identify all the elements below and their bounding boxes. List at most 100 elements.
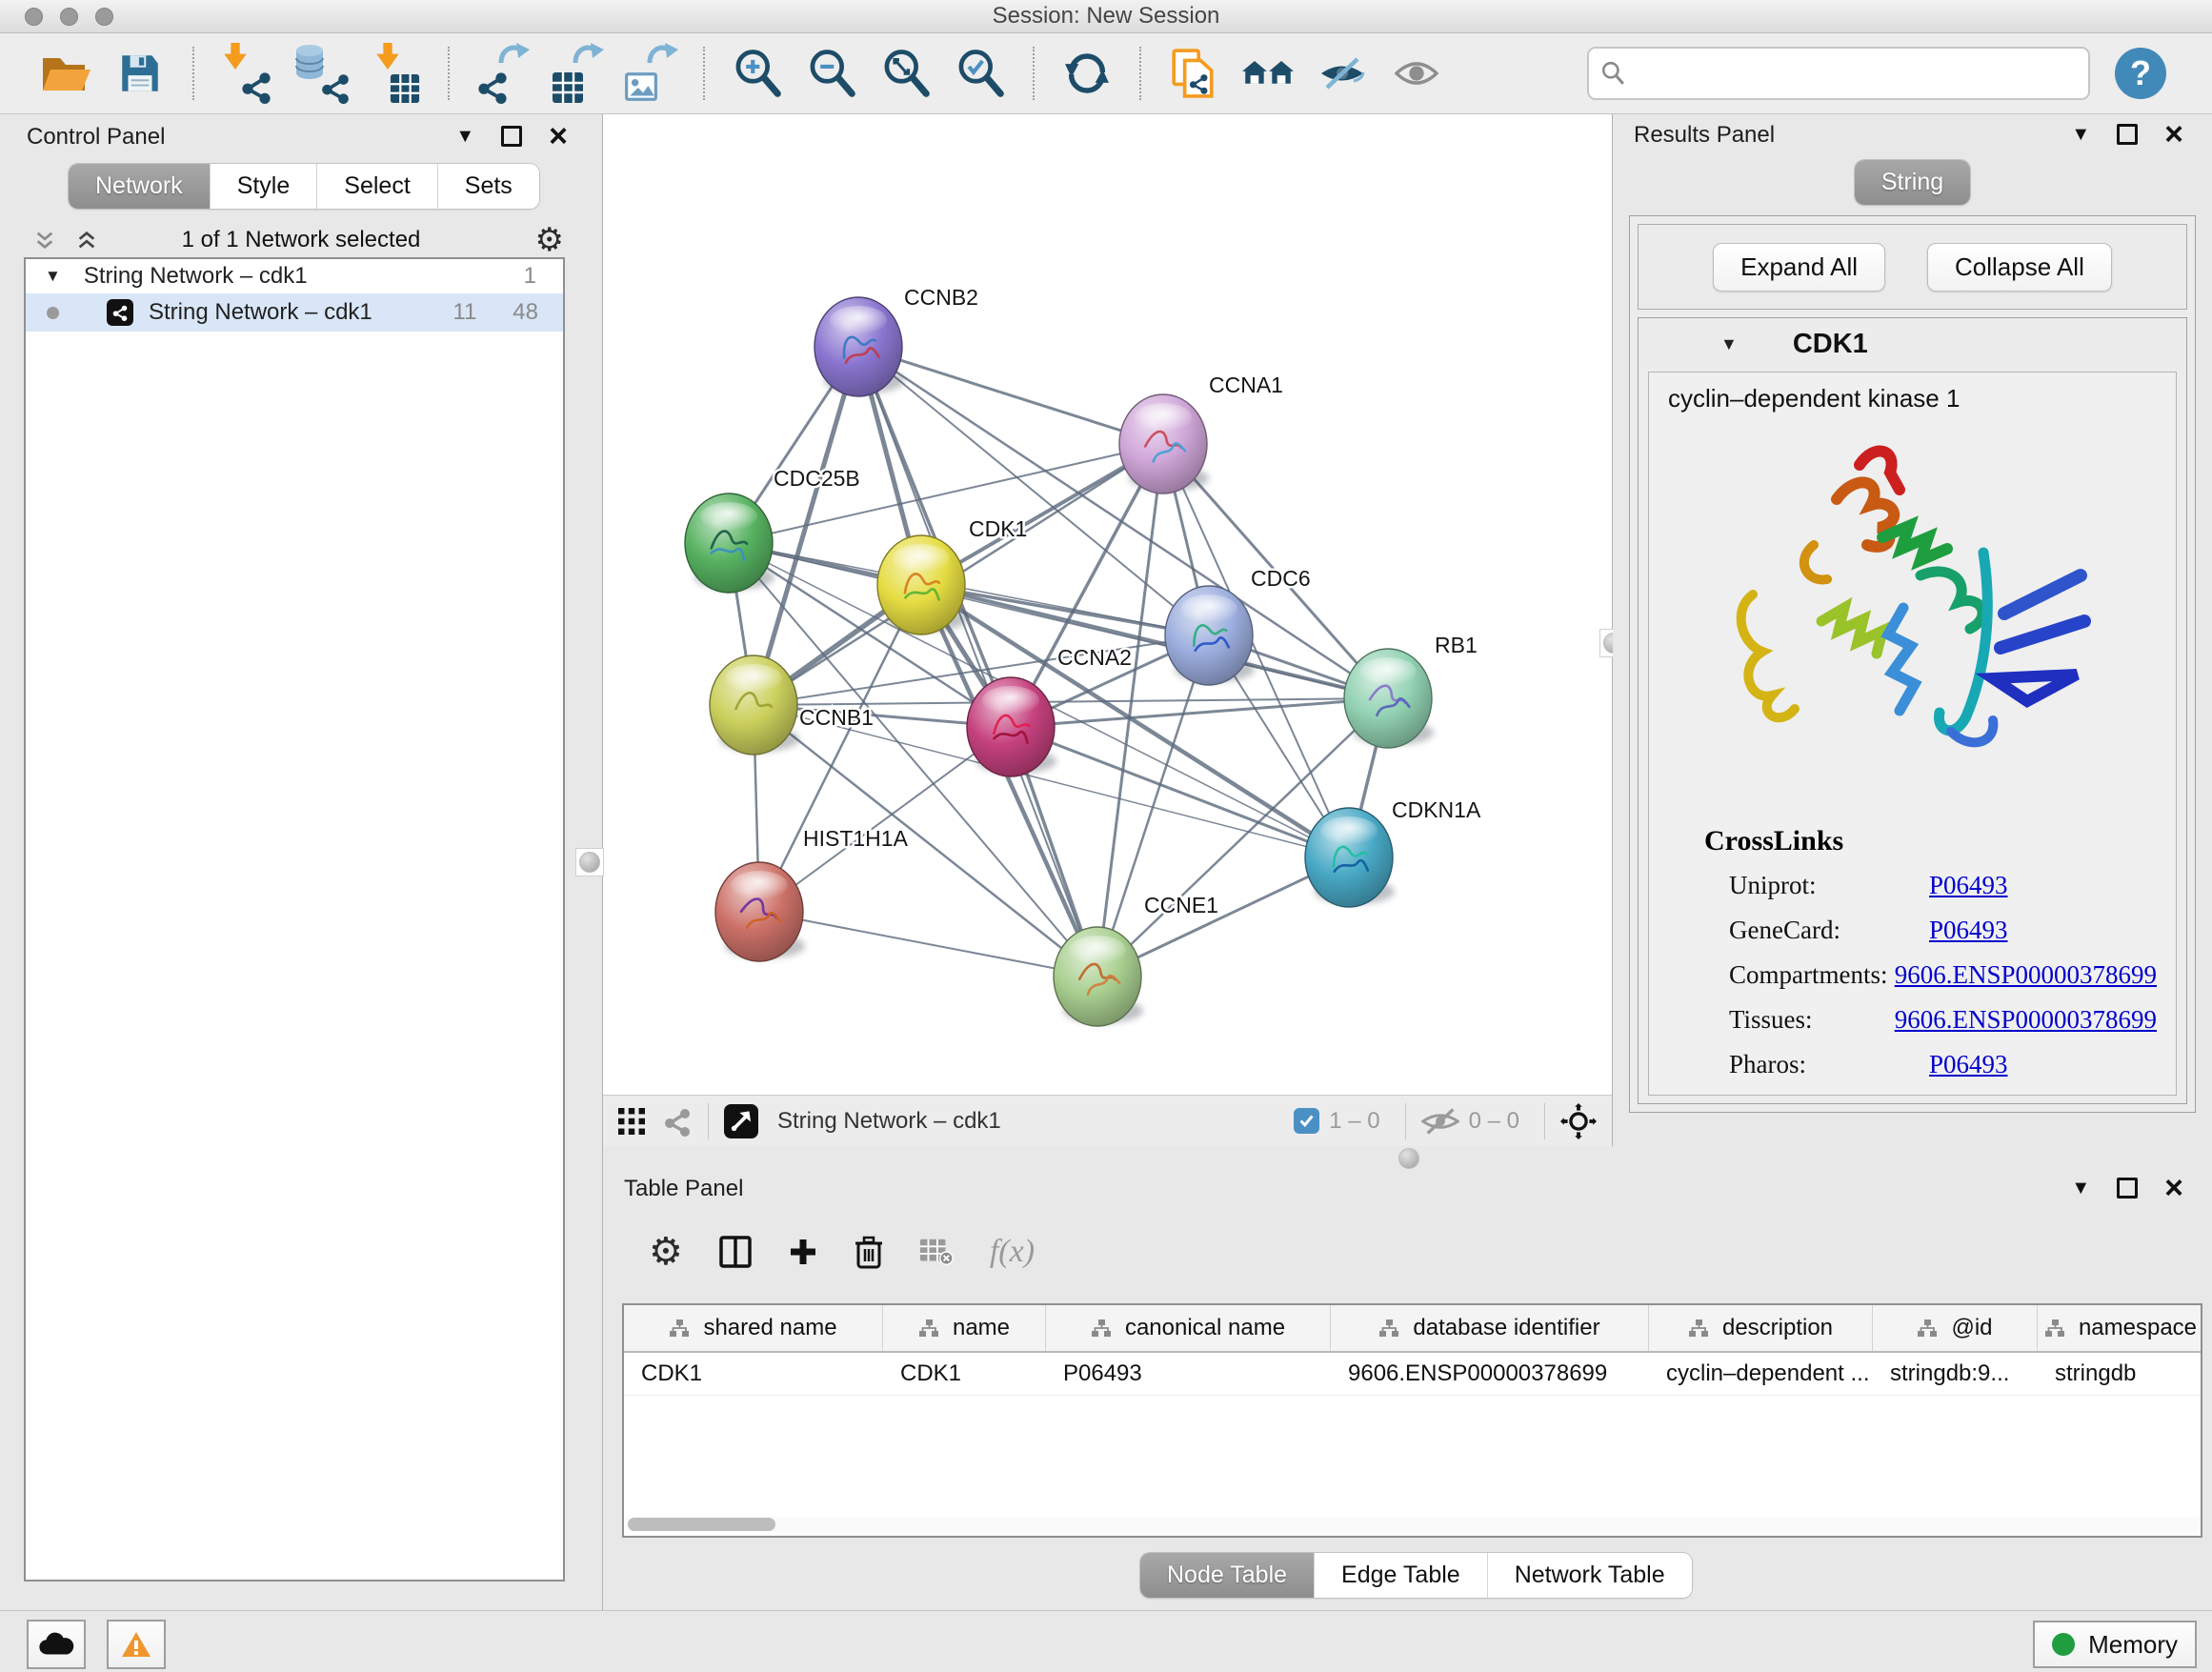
tab-node-table[interactable]: Node Table [1140, 1553, 1315, 1598]
table-cell[interactable]: P06493 [1046, 1353, 1331, 1395]
network-collection-row[interactable]: ▼ String Network – cdk1 1 [26, 259, 563, 293]
network-node-ccnb2[interactable] [814, 297, 904, 396]
duplicate-network-icon[interactable] [1163, 43, 1224, 104]
save-floppy-icon[interactable] [110, 43, 171, 104]
scrollbar-thumb[interactable] [628, 1518, 775, 1531]
birdseye-icon[interactable] [724, 1104, 758, 1138]
column-header-namespace[interactable]: namespace [2038, 1305, 2202, 1351]
network-node-ccne1[interactable] [1054, 927, 1143, 1026]
memory-button[interactable]: Memory [2033, 1621, 2197, 1668]
gear-icon[interactable]: ⚙ [535, 224, 564, 256]
network-node-rb1[interactable] [1344, 649, 1434, 748]
column-header-canonical-name[interactable]: canonical name [1046, 1305, 1331, 1351]
panel-float-icon[interactable] [2117, 124, 2138, 145]
network-edge[interactable] [729, 444, 1163, 543]
open-folder-icon[interactable] [35, 43, 96, 104]
network-edge[interactable] [921, 585, 1097, 977]
left-splitter-handle[interactable] [575, 848, 604, 876]
export-table-icon[interactable] [546, 43, 607, 104]
table-hscrollbar[interactable] [626, 1517, 2199, 1532]
import-network-icon[interactable] [216, 43, 277, 104]
help-icon[interactable]: ? [2115, 48, 2166, 99]
panel-float-icon[interactable] [2117, 1178, 2138, 1199]
crosshair-icon[interactable] [1560, 1103, 1597, 1139]
network-edge[interactable] [1097, 635, 1209, 977]
network-node-cdk1[interactable] [877, 535, 967, 635]
network-node-hist1h1a[interactable] [715, 862, 805, 961]
tab-select[interactable]: Select [317, 164, 437, 209]
expand-all-button[interactable]: Expand All [1713, 243, 1885, 292]
selected-checkbox-icon[interactable] [1294, 1108, 1319, 1134]
panel-close-icon[interactable]: × [2164, 125, 2183, 144]
network-node-ccnb1[interactable] [710, 655, 799, 755]
network-edge[interactable] [759, 727, 1011, 912]
crosslink-value-link[interactable]: P06493 [1929, 1042, 2008, 1087]
table-cell[interactable]: cyclin–dependent ... [1649, 1353, 1873, 1395]
tab-network[interactable]: Network [69, 164, 211, 209]
import-table-icon[interactable] [365, 43, 426, 104]
import-database-icon[interactable] [291, 43, 352, 104]
panel-close-icon[interactable]: × [2164, 1178, 2183, 1198]
delete-column-icon[interactable] [855, 1235, 883, 1269]
search-input[interactable] [1635, 59, 2077, 88]
share-view-icon[interactable] [662, 1106, 693, 1137]
tab-sets[interactable]: Sets [438, 164, 539, 209]
crosslink-value-link[interactable]: P06493 [1929, 863, 2008, 908]
tab-string[interactable]: String [1855, 160, 1970, 205]
table-cell[interactable]: 9606.ENSP00000378699 [1331, 1353, 1649, 1395]
network-node-ccna1[interactable] [1119, 394, 1209, 494]
panel-menu-icon[interactable]: ▼ [2071, 1178, 2090, 1198]
search-field[interactable] [1587, 47, 2090, 100]
collapse-triangle-icon[interactable]: ▼ [45, 267, 61, 286]
panel-menu-icon[interactable]: ▼ [455, 127, 474, 146]
grid-view-icon[interactable] [618, 1108, 645, 1135]
crosslink-value-link[interactable]: 9606.ENSP00000378699 [1895, 997, 2157, 1042]
panel-menu-icon[interactable]: ▼ [2071, 125, 2090, 144]
table-row[interactable]: CDK1CDK1P064939606.ENSP00000378699cyclin… [624, 1353, 2201, 1396]
table-cell[interactable]: CDK1 [624, 1353, 883, 1395]
tab-edge-table[interactable]: Edge Table [1315, 1553, 1488, 1598]
refresh-icon[interactable] [1056, 43, 1117, 104]
column-header--id[interactable]: @id [1873, 1305, 2038, 1351]
warning-button[interactable] [107, 1620, 166, 1669]
zoom-fit-icon[interactable] [875, 43, 936, 104]
network-canvas[interactable]: CCNB2CCNA1CDC25BCDK1CDC6RB1CCNB1CCNA2CDK… [603, 114, 1611, 1094]
network-node-cdkn1a[interactable] [1305, 808, 1395, 907]
zoom-selected-icon[interactable] [950, 43, 1011, 104]
panel-close-icon[interactable]: × [549, 127, 568, 146]
column-header-name[interactable]: name [883, 1305, 1046, 1351]
splitter-handle[interactable] [1398, 1148, 1419, 1169]
add-column-icon[interactable] [788, 1237, 818, 1267]
export-network-icon[interactable] [472, 43, 533, 104]
network-node-cdc25b[interactable] [685, 494, 774, 593]
network-edge[interactable] [858, 347, 1163, 444]
tab-style[interactable]: Style [211, 164, 318, 209]
table-gear-icon[interactable]: ⚙ [649, 1233, 683, 1271]
panel-float-icon[interactable] [501, 126, 522, 147]
cdk1-section-header[interactable]: ▼ CDK1 [1639, 318, 2186, 370]
network-row-selected[interactable]: String Network – cdk1 11 48 [26, 293, 563, 332]
column-header-description[interactable]: description [1649, 1305, 1873, 1351]
collapse-all-button[interactable]: Collapse All [1927, 243, 2112, 292]
cloud-button[interactable] [27, 1620, 86, 1669]
column-header-database-identifier[interactable]: database identifier [1331, 1305, 1649, 1351]
eye-slash-icon[interactable] [1312, 43, 1373, 104]
zoom-out-icon[interactable] [801, 43, 862, 104]
tab-network-table[interactable]: Network Table [1488, 1553, 1692, 1598]
houses-icon[interactable] [1237, 43, 1298, 104]
column-header-shared-name[interactable]: shared name [624, 1305, 883, 1351]
collapse-triangle-icon[interactable]: ▼ [1720, 334, 1738, 354]
network-node-ccna2[interactable] [967, 677, 1056, 776]
export-image-icon[interactable] [620, 43, 681, 104]
crosslink-value-link[interactable]: 9606.ENSP00000378699 [1895, 953, 2157, 997]
network-edge[interactable] [759, 912, 1097, 977]
table-cell[interactable]: stringdb [2038, 1353, 2202, 1395]
table-cell[interactable]: stringdb:9... [1873, 1353, 2038, 1395]
show-columns-icon[interactable] [719, 1236, 752, 1268]
zoom-in-icon[interactable] [727, 43, 788, 104]
table-cell[interactable]: CDK1 [883, 1353, 1046, 1395]
eye-icon[interactable] [1386, 43, 1447, 104]
crosslink-value-link[interactable]: P06493 [1929, 908, 2008, 953]
horizontal-splitter[interactable] [603, 1146, 2212, 1170]
crosslink-row: Pharos:P06493 [1729, 1042, 2157, 1087]
